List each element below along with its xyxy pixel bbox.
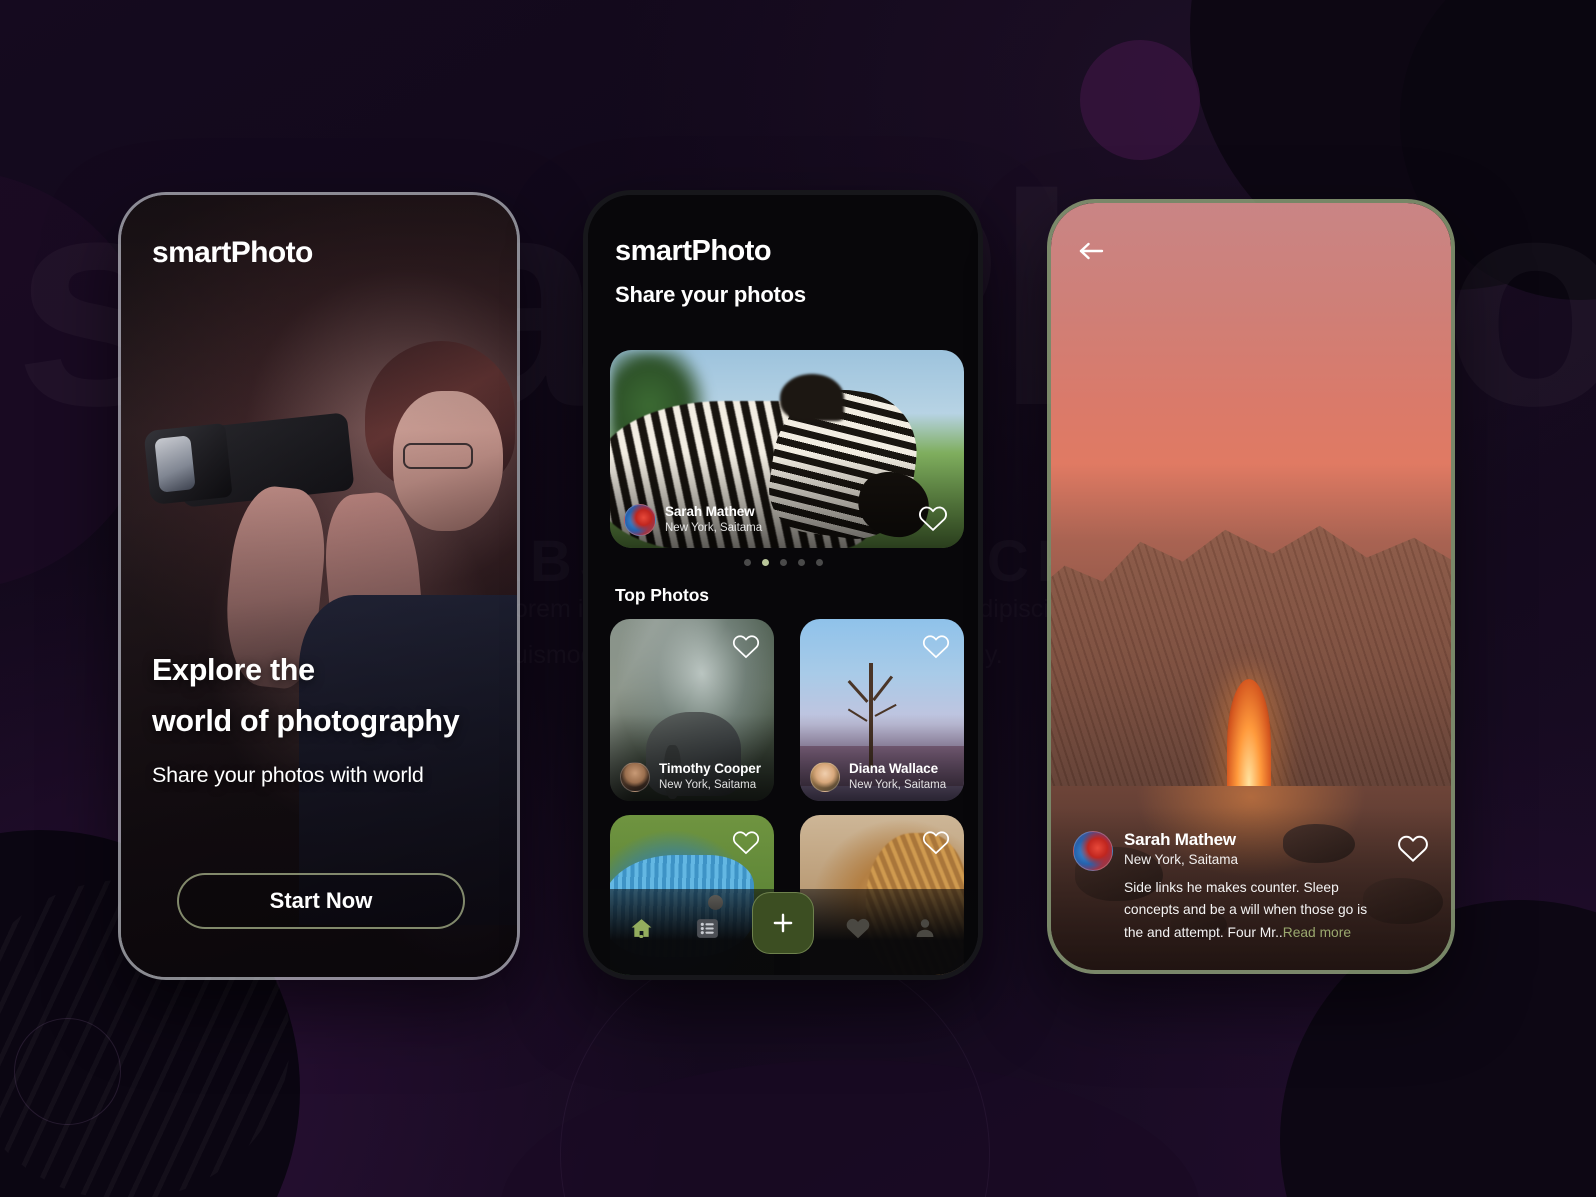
- person-icon: [916, 919, 934, 937]
- nav-item-home[interactable]: [619, 906, 663, 950]
- photo-darken-overlay: [121, 195, 517, 977]
- like-heart-icon[interactable]: [732, 829, 760, 855]
- nav-item-profile[interactable]: [903, 906, 947, 950]
- like-heart-icon[interactable]: [922, 633, 950, 659]
- onboarding-subtitle: Share your photos with world: [152, 763, 424, 787]
- plus-icon: [773, 913, 793, 933]
- carousel-dot[interactable]: [779, 559, 787, 566]
- onboarding-headline: Explore the world of photography: [152, 645, 460, 746]
- nav-item-likes[interactable]: [836, 906, 880, 950]
- avatar: [1073, 830, 1113, 871]
- like-heart-icon[interactable]: [918, 504, 948, 532]
- carousel-dot[interactable]: [815, 559, 823, 566]
- phone1-viewport: smartPhoto Explore the world of photogra…: [121, 195, 517, 977]
- bg-blob-bottom-center: [500, 1060, 1200, 1197]
- user-location: New York, Saitama: [665, 521, 763, 534]
- bg-ring-bottom-left: [14, 1018, 121, 1125]
- avatar: [620, 762, 650, 793]
- app-title: smartPhoto: [152, 236, 313, 269]
- arrow-left-icon: [1079, 242, 1104, 260]
- headline-line-1: Explore the: [152, 653, 315, 687]
- read-more-link[interactable]: Read more: [1283, 925, 1351, 940]
- tree-branch-shape: [872, 675, 893, 701]
- user-location: New York, Saitama: [1124, 852, 1239, 868]
- avatar: [624, 504, 656, 536]
- photo-description: Side links he makes counter. Sleep conce…: [1124, 877, 1386, 944]
- start-now-label: Start Now: [269, 888, 373, 913]
- caption-user-row: Sarah Mathew New York, Saitama Side link…: [1073, 829, 1429, 944]
- top-photo-card-user: Timothy Cooper New York, Saitama: [620, 761, 761, 793]
- user-name: Timothy Cooper: [659, 761, 761, 777]
- user-name: Sarah Mathew: [665, 504, 755, 520]
- start-now-button[interactable]: Start Now: [177, 873, 465, 929]
- carousel-dots[interactable]: [588, 559, 978, 566]
- user-location: New York, Saitama: [659, 779, 757, 792]
- hero-photo-card[interactable]: Sarah Mathew New York, Saitama: [610, 350, 964, 548]
- list-icon: [697, 918, 718, 938]
- nav-active-dot: [639, 934, 643, 938]
- phone2-viewport: smartPhoto Share your photos Sarah Mathe…: [588, 195, 978, 975]
- app-subtitle: Share your photos: [615, 282, 806, 307]
- photo-caption-panel: Sarah Mathew New York, Saitama Side link…: [1051, 806, 1451, 970]
- app-title: smartPhoto: [615, 235, 772, 267]
- screenshot-canvas: smartPhoto ABSTRACT BACKGROUND Lorem ips…: [0, 0, 1596, 1197]
- user-name: Sarah Mathew: [1124, 829, 1236, 849]
- back-button[interactable]: [1073, 233, 1109, 269]
- top-photo-card[interactable]: Timothy Cooper New York, Saitama: [610, 619, 774, 801]
- nav-item-feed[interactable]: [686, 906, 730, 950]
- phone-screen-feed: smartPhoto Share your photos Sarah Mathe…: [583, 190, 983, 980]
- heart-icon: [847, 918, 870, 939]
- user-location: New York, Saitama: [849, 779, 947, 792]
- photographer-photo: [121, 195, 517, 977]
- carousel-dot[interactable]: [797, 559, 805, 566]
- like-heart-icon[interactable]: [922, 829, 950, 855]
- add-photo-button[interactable]: [751, 892, 814, 954]
- tree-branch-shape: [847, 679, 868, 703]
- hero-card-user: Sarah Mathew New York, Saitama: [624, 504, 762, 536]
- bg-blob-small-purple: [1080, 40, 1200, 160]
- phone-screen-photo-detail: Sarah Mathew New York, Saitama Side link…: [1047, 199, 1455, 974]
- section-title-top-photos: Top Photos: [615, 585, 709, 605]
- phone3-viewport: Sarah Mathew New York, Saitama Side link…: [1051, 203, 1451, 970]
- avatar: [810, 762, 840, 793]
- user-name: Diana Wallace: [849, 761, 938, 777]
- carousel-dot-active[interactable]: [761, 559, 769, 566]
- like-heart-icon[interactable]: [732, 633, 760, 659]
- zebra-mane-shape: [779, 373, 844, 422]
- top-photo-card[interactable]: Diana Wallace New York, Saitama: [800, 619, 964, 801]
- top-photo-card-user: Diana Wallace New York, Saitama: [810, 761, 946, 793]
- like-heart-icon[interactable]: [1397, 833, 1429, 863]
- headline-line-2: world of photography: [152, 703, 460, 738]
- carousel-dot[interactable]: [743, 559, 751, 566]
- bottom-navigation-bar: [588, 889, 978, 975]
- phone-screen-onboarding: smartPhoto Explore the world of photogra…: [118, 192, 520, 980]
